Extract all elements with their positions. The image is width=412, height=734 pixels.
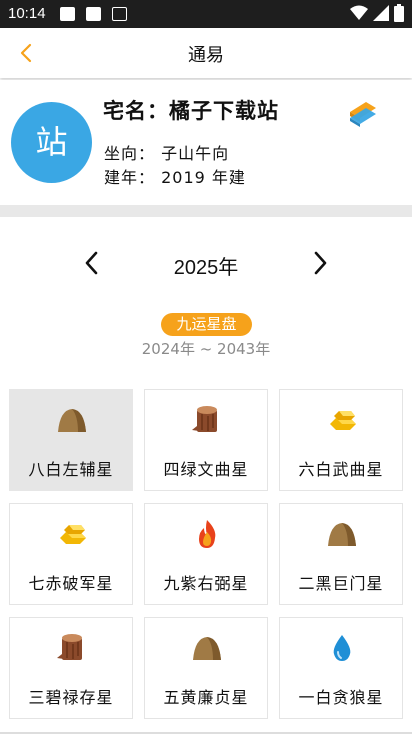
house-orientation: 坐向： 子山午向: [104, 144, 230, 163]
mound-icon: [193, 637, 221, 660]
star-name: 二黑巨门星: [298, 574, 384, 593]
star-name: 六白武曲星: [298, 460, 384, 479]
fire-icon: [199, 520, 216, 548]
year-navigator: 2025年: [0, 240, 412, 290]
status-bar: 10:14: [0, 0, 412, 28]
wifi-icon: [350, 5, 368, 20]
period-badge: 九运星盘: [161, 313, 252, 336]
star-card[interactable]: 四绿文曲星: [144, 389, 268, 491]
app-header: 通易: [0, 28, 412, 78]
star-name: 七赤破军星: [28, 574, 114, 593]
star-name: 九紫右弼星: [163, 574, 249, 593]
star-card[interactable]: 一白贪狼星: [279, 617, 403, 719]
star-card[interactable]: 九紫右弼星: [144, 503, 268, 605]
notification-icon: [60, 7, 75, 21]
next-year-arrow-icon[interactable]: [310, 250, 330, 276]
period-range: 2024年 ~ 2043年: [141, 340, 271, 358]
house-name: 宅名：橘子下载站: [103, 99, 279, 123]
star-card[interactable]: 二黑巨门星: [279, 503, 403, 605]
page-title: 通易: [188, 45, 224, 66]
notification-icon: [112, 7, 127, 21]
wood-stump-icon: [192, 406, 217, 432]
star-name: 八白左辅星: [28, 460, 114, 479]
current-year: 2025年: [173, 257, 239, 279]
star-card[interactable]: 八白左辅星: [9, 389, 133, 491]
star-card[interactable]: 五黄廉贞星: [144, 617, 268, 719]
switch-house-icon[interactable]: [346, 98, 380, 128]
star-name: 四绿文曲星: [163, 460, 249, 479]
gold-bars-icon: [60, 525, 86, 544]
status-time: 10:14: [8, 5, 46, 22]
gold-bars-icon: [330, 411, 356, 430]
house-info-card: 站 宅名：橘子下载站 坐向： 子山午向 建年： 2019 年建: [0, 80, 412, 205]
house-built-year: 建年： 2019 年建: [104, 168, 246, 187]
star-name: 三碧禄存星: [28, 688, 114, 707]
star-card[interactable]: 三碧禄存星: [9, 617, 133, 719]
house-avatar: 站: [11, 102, 92, 183]
notification-icon: [86, 7, 101, 21]
battery-icon: [394, 4, 404, 22]
star-card[interactable]: 六白武曲星: [279, 389, 403, 491]
mound-icon: [328, 523, 356, 546]
star-name: 五黄廉贞星: [163, 688, 249, 707]
star-name: 一白贪狼星: [298, 688, 384, 707]
water-drop-icon: [333, 635, 351, 661]
section-divider: [0, 205, 412, 217]
wood-stump-icon: [57, 634, 82, 660]
mound-icon: [58, 409, 86, 432]
star-card[interactable]: 七赤破军星: [9, 503, 133, 605]
signal-icon: [373, 5, 389, 21]
